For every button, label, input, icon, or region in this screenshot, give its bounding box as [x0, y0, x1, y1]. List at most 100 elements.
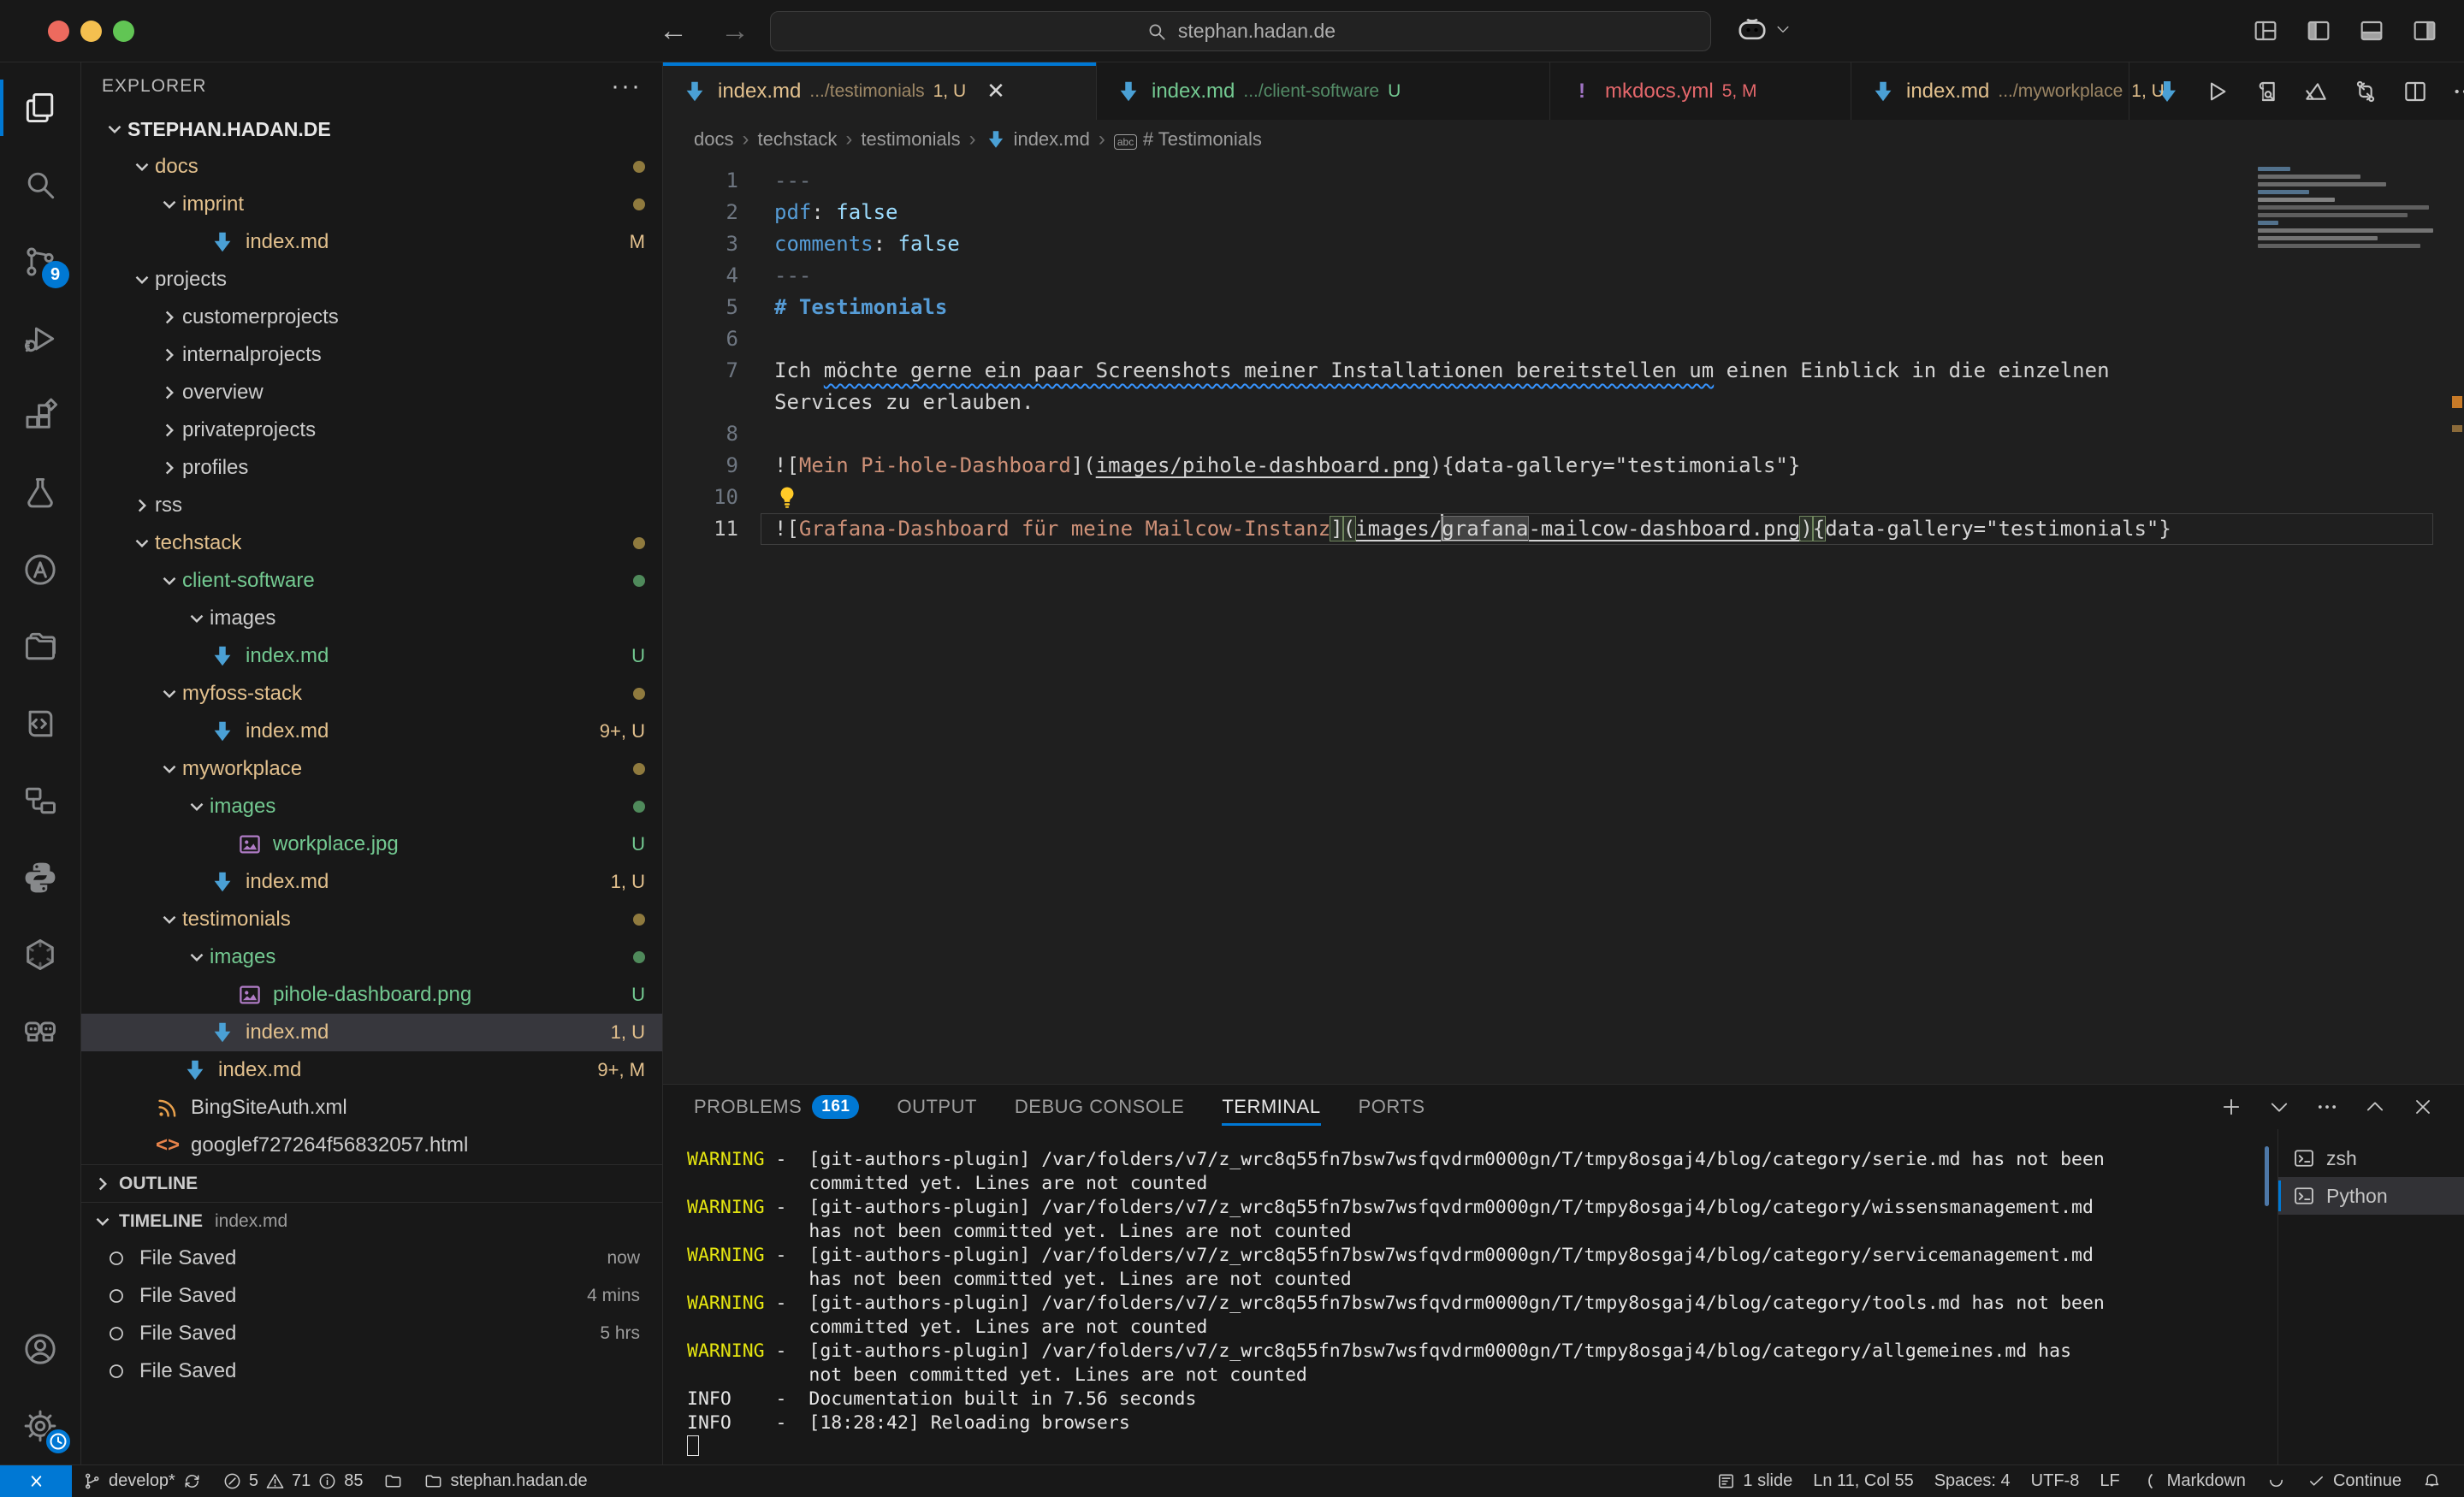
compare-changes-icon[interactable]	[2352, 78, 2379, 105]
activity-source-control-button[interactable]: 9	[0, 223, 81, 300]
activity-search-button[interactable]	[0, 146, 81, 223]
status-indentation[interactable]: Spaces: 4	[1924, 1465, 2021, 1497]
status-notifications-bell[interactable]	[2412, 1465, 2452, 1497]
activity-docs-book-button[interactable]	[0, 685, 81, 762]
status-language-mode[interactable]: Markdown	[2130, 1465, 2256, 1497]
status-cursor-position[interactable]: Ln 11, Col 55	[1803, 1465, 1924, 1497]
tree-item-profiles[interactable]: profiles	[81, 449, 662, 487]
tree-item-projects[interactable]: projects	[81, 261, 662, 299]
tree-item-images[interactable]: images	[81, 600, 662, 637]
timeline-section-header[interactable]: TIMELINE index.md	[81, 1202, 662, 1240]
tree-item-testimonials[interactable]: testimonials	[81, 901, 662, 938]
activity-files-button[interactable]	[0, 69, 81, 146]
split-editor-icon[interactable]	[2402, 78, 2429, 105]
outline-section-header[interactable]: OUTLINE	[81, 1164, 662, 1202]
editor-tab-index-md-1[interactable]: index.md.../client-softwareU	[1097, 62, 1550, 120]
chevron-down-icon[interactable]	[2267, 1095, 2291, 1119]
preview-search-icon[interactable]	[2253, 78, 2280, 105]
tree-item-pihole-dashboard-png[interactable]: pihole-dashboard.pngU	[81, 976, 662, 1014]
ellipsis-icon[interactable]	[2451, 78, 2464, 105]
toggle-sidebar-left-icon[interactable]	[2305, 17, 2332, 44]
editor-line[interactable]: 10	[663, 482, 2464, 513]
tree-item-images[interactable]: images	[81, 788, 662, 825]
tree-item-index-md[interactable]: index.md9+, U	[81, 713, 662, 750]
activity-accounts-button[interactable]	[0, 1311, 81, 1388]
activity-run-debug-button[interactable]	[0, 300, 81, 377]
tree-item-internalprojects[interactable]: internalprojects	[81, 336, 662, 374]
activity-extensions-button[interactable]	[0, 377, 81, 454]
editor-line[interactable]: Services zu erlauben.	[663, 387, 2464, 418]
timeline-entry[interactable]: File Saved4 mins	[81, 1277, 662, 1315]
activity-remote-boxes-button[interactable]	[0, 762, 81, 839]
tree-item-techstack[interactable]: techstack	[81, 524, 662, 562]
tree-item-index-md[interactable]: index.mdU	[81, 637, 662, 675]
editor-tab-index-md-3[interactable]: index.md.../myworkplace1, U	[1851, 62, 2129, 120]
editor[interactable]: 1---2pdf: false3comments: false4---5# Te…	[663, 158, 2464, 1084]
tree-item-index-md[interactable]: index.mdM	[81, 223, 662, 261]
status-marp-slides[interactable]: 1 slide	[1706, 1465, 1803, 1497]
panel-tab-output[interactable]: OUTPUT	[897, 1085, 976, 1129]
editor-tab-index-md-0[interactable]: index.md.../testimonials1, U✕	[663, 62, 1097, 120]
breadcrumb-item[interactable]: testimonials	[861, 128, 960, 151]
zoom-window-button[interactable]	[113, 21, 134, 42]
editor-line[interactable]: 7Ich möchte gerne ein paar Screenshots m…	[663, 355, 2464, 387]
toggle-panel-icon[interactable]	[2358, 17, 2385, 44]
editor-line[interactable]: 2pdf: false	[663, 197, 2464, 228]
command-center-search[interactable]: stephan.hadan.de	[770, 11, 1711, 51]
tree-item-docs[interactable]: docs	[81, 148, 662, 186]
breadcrumb-item[interactable]: techstack	[757, 128, 837, 151]
activity-python-button[interactable]	[0, 839, 81, 916]
activity-project-folder-button[interactable]	[0, 608, 81, 685]
markdown-preview-icon[interactable]	[2302, 78, 2330, 105]
tree-item-customerprojects[interactable]: customerprojects	[81, 299, 662, 336]
navigate-forward-button[interactable]: →	[720, 15, 749, 48]
editor-line[interactable]: 4---	[663, 260, 2464, 292]
editor-line[interactable]: 8	[663, 418, 2464, 450]
tree-item-privateprojects[interactable]: privateprojects	[81, 411, 662, 449]
activity-ansible-button[interactable]	[0, 531, 81, 608]
timeline-entry[interactable]: File Saved5 hrs	[81, 1315, 662, 1352]
lightbulb-icon[interactable]	[774, 484, 800, 510]
editor-line[interactable]: 3comments: false	[663, 228, 2464, 260]
status-loading-indicator[interactable]	[2256, 1465, 2296, 1497]
tree-item-rss[interactable]: rss	[81, 487, 662, 524]
activity-copilot-chat-button[interactable]	[0, 993, 81, 1070]
breadcrumb-item[interactable]: index.md	[985, 128, 1090, 151]
tree-item-overview[interactable]: overview	[81, 374, 662, 411]
panel-tab-terminal[interactable]: TERMINAL	[1222, 1085, 1320, 1129]
copilot-menu[interactable]	[1735, 12, 1792, 46]
timeline-entry[interactable]: File Saved	[81, 1352, 662, 1390]
close-tab-button[interactable]: ✕	[986, 78, 1005, 104]
chevron-up-icon[interactable]	[2363, 1095, 2387, 1119]
breadcrumb-item[interactable]: abc# Testimonials	[1114, 128, 1262, 151]
editor-line[interactable]: 9![Mein Pi-hole-Dashboard](images/pihole…	[663, 450, 2464, 482]
status-folder-indicator[interactable]	[373, 1465, 413, 1497]
panel-tab-problems[interactable]: PROBLEMS161	[694, 1085, 859, 1129]
tree-item-index-md[interactable]: index.md1, U	[81, 863, 662, 901]
minimize-window-button[interactable]	[80, 21, 102, 42]
tree-item-index-md[interactable]: index.md9+, M	[81, 1051, 662, 1089]
status-encoding[interactable]: UTF-8	[2021, 1465, 2090, 1497]
terminal-instance-zsh[interactable]: zsh	[2278, 1139, 2464, 1177]
activity-testing-button[interactable]	[0, 454, 81, 531]
tree-item-index-md[interactable]: index.md1, U	[81, 1014, 662, 1051]
tree-item-imprint[interactable]: imprint	[81, 186, 662, 223]
activity-settings-button[interactable]	[0, 1388, 81, 1464]
terminal-instance-python[interactable]: Python	[2278, 1177, 2464, 1215]
tree-item-stephan-hadan-de[interactable]: STEPHAN.HADAN.DE	[81, 110, 662, 148]
status-git-branch[interactable]: develop*	[72, 1465, 212, 1497]
panel-tab-debug-console[interactable]: DEBUG CONSOLE	[1015, 1085, 1184, 1129]
editor-tab-mkdocs-yml-2[interactable]: !mkdocs.yml5, M	[1550, 62, 1851, 120]
breadcrumb-item[interactable]: docs	[694, 128, 733, 151]
status-continue-button[interactable]: Continue	[2296, 1465, 2412, 1497]
editor-line[interactable]: 6	[663, 323, 2464, 355]
run-icon[interactable]	[2203, 78, 2230, 105]
tree-item-client-software[interactable]: client-software	[81, 562, 662, 600]
toggle-sidebar-right-icon[interactable]	[2411, 17, 2438, 44]
close-window-button[interactable]	[48, 21, 69, 42]
tree-item-workplace-jpg[interactable]: workplace.jpgU	[81, 825, 662, 863]
plus-icon[interactable]	[2219, 1095, 2243, 1119]
panel-tab-ports[interactable]: PORTS	[1359, 1085, 1425, 1129]
minimap[interactable]	[2258, 167, 2442, 251]
tree-item-myworkplace[interactable]: myworkplace	[81, 750, 662, 788]
